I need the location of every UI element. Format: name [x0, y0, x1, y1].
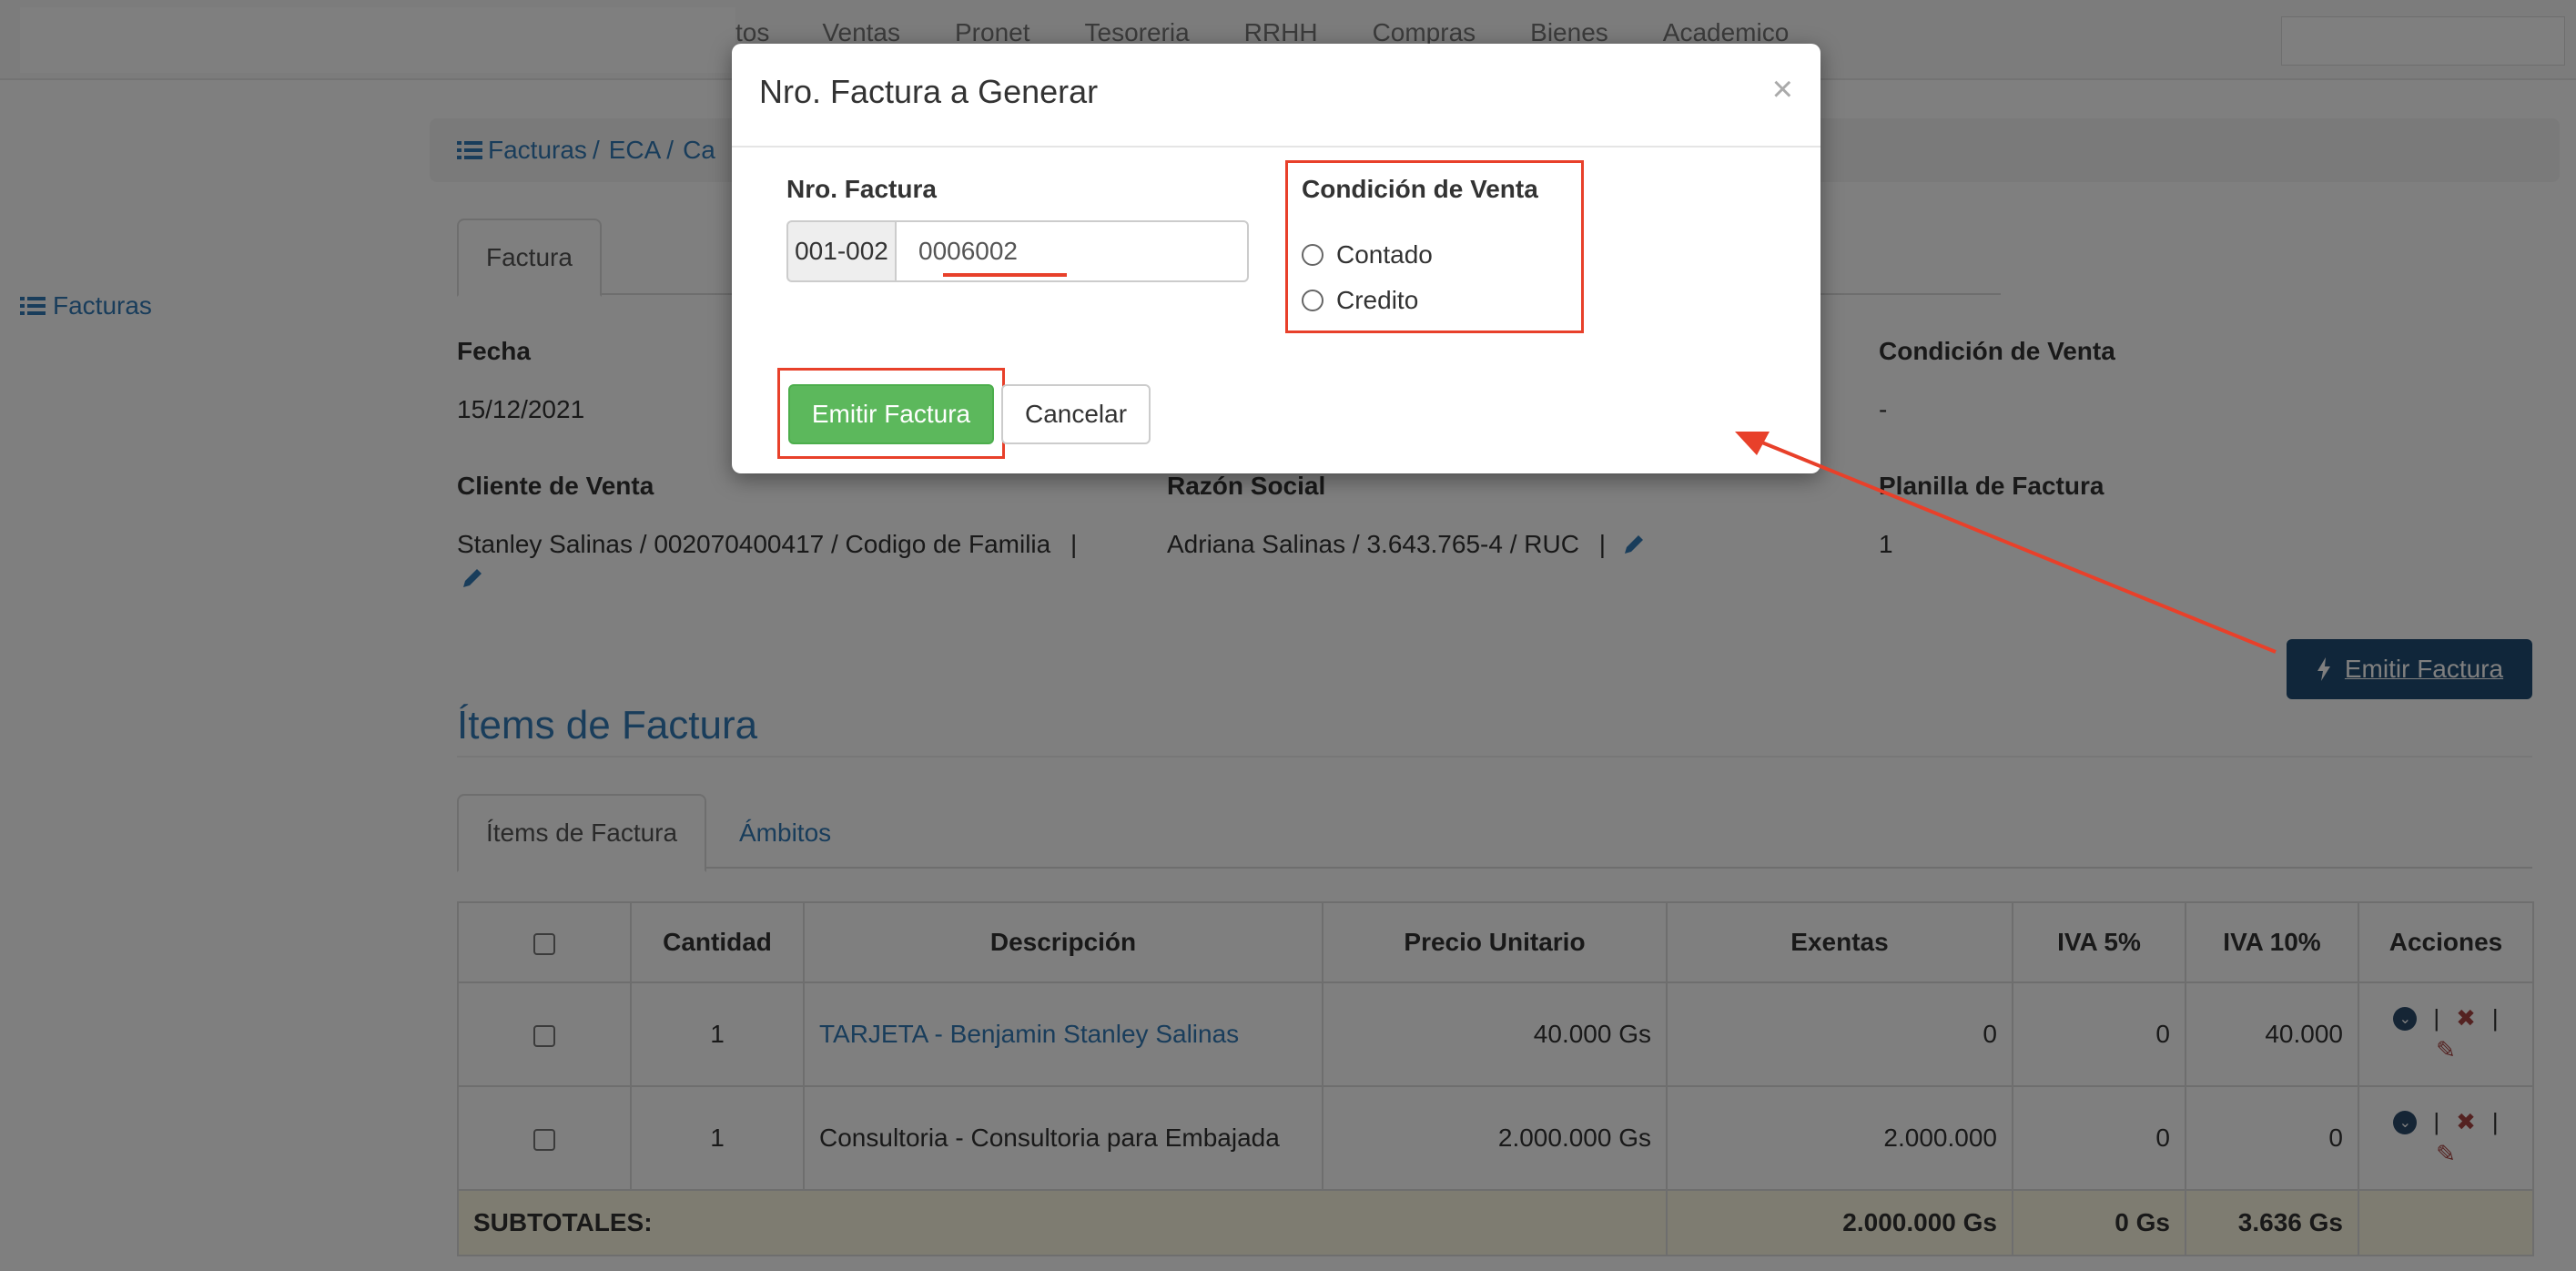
radio-label: Contado	[1336, 240, 1433, 269]
emitir-factura-submit-button[interactable]: Emitir Factura	[788, 384, 994, 444]
modal-divider	[732, 146, 1820, 147]
factura-prefix: 001-002	[786, 220, 895, 282]
nro-factura-label: Nro. Factura	[786, 175, 937, 203]
nro-factura-modal: Nro. Factura a Generar × Nro. Factura 00…	[732, 44, 1820, 473]
close-icon[interactable]: ×	[1772, 69, 1793, 110]
radio-button[interactable]	[1302, 290, 1323, 311]
modal-title: Nro. Factura a Generar	[759, 73, 1099, 110]
radio-credito[interactable]: Credito	[1302, 286, 1418, 315]
cancel-button[interactable]: Cancelar	[1001, 384, 1151, 444]
radio-contado[interactable]: Contado	[1302, 240, 1433, 269]
radio-button[interactable]	[1302, 244, 1323, 266]
radio-label: Credito	[1336, 286, 1419, 314]
annotation-underline	[943, 273, 1067, 277]
condicion-venta-label: Condición de Venta	[1302, 175, 1538, 203]
